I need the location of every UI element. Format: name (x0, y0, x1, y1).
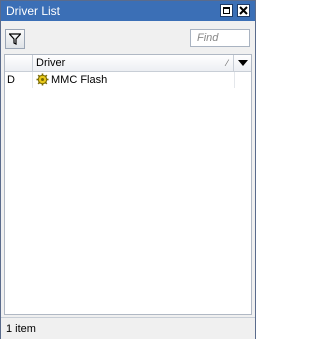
toolbar: Find (1, 21, 255, 51)
sort-icon: ⁄ (226, 58, 228, 68)
column-menu-button[interactable] (235, 55, 251, 71)
driver-list-window: Driver List Find Driver ⁄ D MMC Flash 1 … (0, 0, 256, 339)
row-flag: D (7, 74, 15, 86)
gear-icon (36, 73, 49, 86)
filter-button[interactable] (5, 29, 25, 49)
filter-icon (9, 33, 21, 45)
row-divider (234, 72, 235, 88)
maximize-button[interactable] (220, 4, 233, 17)
column-header-driver-label: Driver (36, 57, 66, 69)
column-header-driver[interactable]: Driver ⁄ (33, 55, 234, 71)
row-divider (32, 72, 33, 88)
driver-table: Driver ⁄ D MMC Flash (4, 54, 252, 315)
title-bar[interactable]: Driver List (1, 1, 255, 21)
close-button[interactable] (237, 4, 250, 17)
table-row[interactable]: D MMC Flash (5, 72, 251, 88)
status-text: 1 item (6, 323, 36, 335)
window-title: Driver List (6, 4, 61, 18)
find-input[interactable]: Find (190, 29, 250, 47)
close-icon (239, 6, 248, 15)
column-header-flags[interactable] (5, 55, 33, 71)
status-bar: 1 item (1, 317, 255, 339)
chevron-down-icon (238, 60, 248, 66)
table-header: Driver ⁄ (5, 55, 251, 72)
maximize-icon (223, 7, 230, 14)
driver-name: MMC Flash (51, 74, 108, 86)
